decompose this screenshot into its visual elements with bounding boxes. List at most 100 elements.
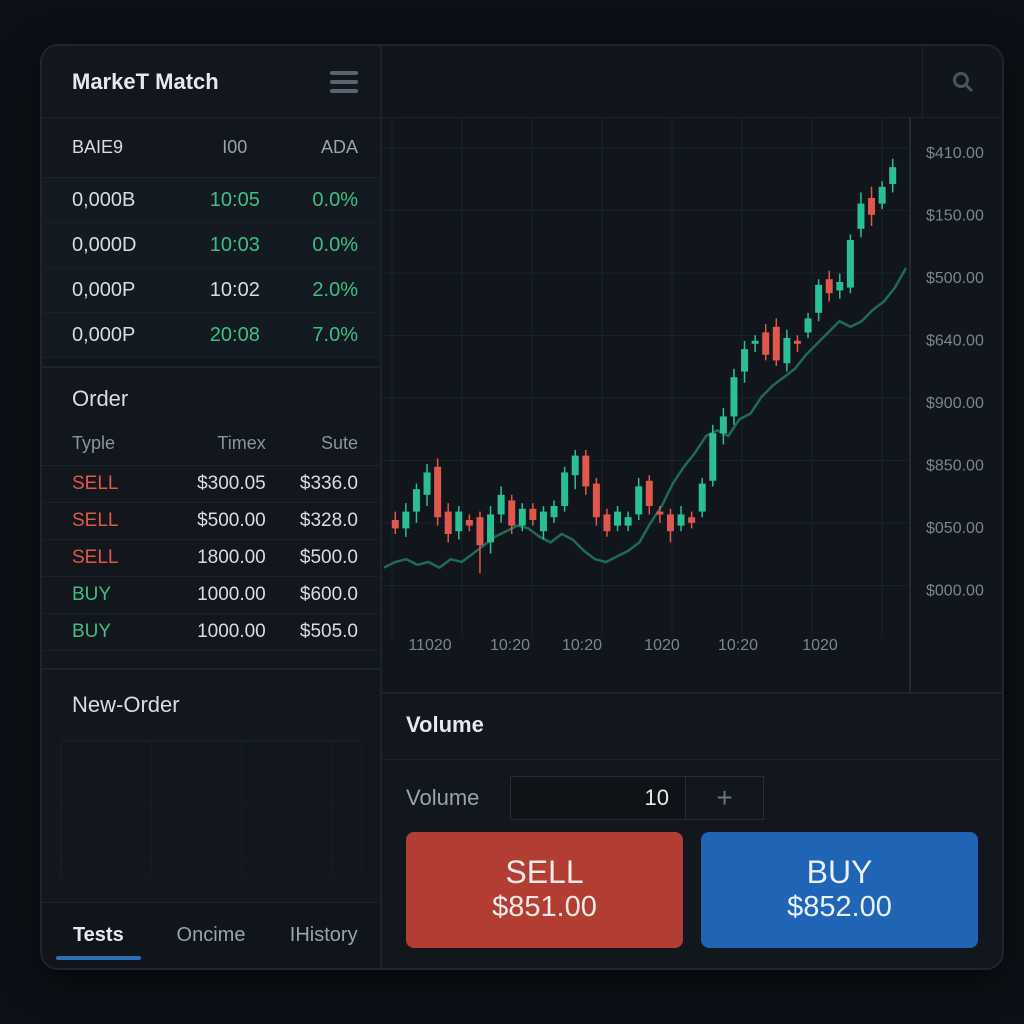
candle-body bbox=[592, 483, 600, 518]
market-cell-symbol: 0,000D bbox=[72, 233, 137, 256]
candle-body bbox=[698, 483, 706, 512]
x-tick-label: 1020 bbox=[644, 637, 680, 654]
candle-body bbox=[666, 514, 674, 532]
candle-body bbox=[455, 511, 463, 532]
y-tick-label: $410.00 bbox=[926, 145, 984, 162]
candle-body bbox=[709, 433, 717, 481]
candle-body bbox=[846, 240, 854, 288]
order-time: 1800.00 bbox=[197, 547, 266, 568]
candle-body bbox=[635, 486, 643, 515]
order-type: SELL bbox=[72, 473, 119, 494]
price-chart[interactable]: $410.00 $150.00 $500.00 $640.00 $900.00 $850.… bbox=[382, 118, 1002, 692]
candle-body bbox=[476, 517, 484, 546]
y-tick-label: $000.00 bbox=[926, 583, 984, 600]
candle-body bbox=[836, 282, 844, 291]
market-row[interactable]: 0,000D 10:03 0.0% bbox=[42, 223, 380, 268]
order-header-time: Timex bbox=[217, 433, 266, 453]
candle-body bbox=[582, 455, 590, 487]
candle-body bbox=[465, 520, 473, 526]
new-order-title: New-Order bbox=[72, 692, 180, 717]
chart-toolbar bbox=[382, 46, 1002, 118]
order-size: $505.0 bbox=[299, 621, 359, 642]
candle-body bbox=[518, 508, 526, 526]
volume-input[interactable] bbox=[510, 776, 686, 820]
candle-body bbox=[487, 514, 495, 543]
new-order-grid bbox=[60, 740, 362, 878]
candlestick-chart: $410.00 $150.00 $500.00 $640.00 $900.00 $850.… bbox=[382, 118, 984, 692]
market-row[interactable]: 0,000P 10:02 2.0% bbox=[42, 268, 380, 313]
market-cell-symbol: 0,000P bbox=[72, 323, 136, 346]
order-type: SELL bbox=[72, 547, 119, 568]
volume-label: Volume bbox=[406, 785, 480, 810]
market-row[interactable]: 0,000B 10:05 0.0% bbox=[42, 178, 380, 223]
tab-oncime[interactable]: Oncime bbox=[155, 903, 268, 968]
candle-body bbox=[571, 455, 579, 476]
market-cell-time: 10:03 bbox=[209, 233, 260, 256]
sell-price: $851.00 bbox=[492, 891, 597, 924]
candle-body bbox=[434, 466, 442, 518]
candle-body bbox=[793, 340, 801, 344]
sell-button[interactable]: SELL $851.00 bbox=[406, 832, 683, 948]
search-button[interactable] bbox=[922, 46, 1002, 118]
x-tick-label: 1020 bbox=[802, 637, 838, 654]
candle-body bbox=[741, 349, 749, 372]
order-row[interactable]: BUY 1000.00 $600.0 bbox=[42, 577, 380, 614]
order-type: BUY bbox=[72, 584, 112, 605]
app-title: MarkeT Match bbox=[72, 68, 219, 94]
candle-body bbox=[561, 472, 569, 506]
tab-tests[interactable]: Tests bbox=[42, 903, 155, 968]
plus-icon: + bbox=[716, 782, 733, 813]
market-cell-time: 10:05 bbox=[209, 188, 260, 211]
candle-body bbox=[603, 514, 611, 532]
increment-button[interactable]: + bbox=[686, 776, 764, 820]
y-tick-label: $900.00 bbox=[926, 395, 984, 412]
order-row[interactable]: SELL $500.00 $328.0 bbox=[42, 503, 380, 540]
candle-body bbox=[677, 514, 685, 526]
candle-body bbox=[730, 377, 738, 417]
candle-body bbox=[412, 489, 420, 512]
candle-body bbox=[868, 198, 876, 215]
sell-label: SELL bbox=[505, 854, 584, 890]
volume-panel: Volume Volume + SELL $851.00 BUY $852.00 bbox=[382, 692, 1002, 968]
search-icon bbox=[952, 72, 972, 92]
buy-button[interactable]: BUY $852.00 bbox=[701, 832, 978, 948]
order-header-type: Typle bbox=[72, 433, 116, 453]
app-header: MarkeT Match bbox=[42, 46, 380, 118]
order-row[interactable]: SELL 1800.00 $500.0 bbox=[42, 540, 380, 577]
candle-body bbox=[423, 472, 431, 495]
market-cell-change: 7.0% bbox=[312, 323, 358, 346]
order-header-size: Sute bbox=[320, 433, 359, 453]
order-row[interactable]: SELL $300.05 $336.0 bbox=[42, 466, 380, 503]
volume-row: Volume + bbox=[382, 776, 1002, 820]
buy-label: BUY bbox=[806, 854, 873, 890]
candle-body bbox=[529, 508, 537, 520]
candle-body bbox=[804, 318, 812, 333]
x-tick-label: 10:20 bbox=[718, 637, 758, 654]
candle-body bbox=[656, 511, 664, 515]
market-row[interactable]: 0,000P 20:08 7.0% bbox=[42, 313, 380, 358]
candle-body bbox=[539, 511, 547, 532]
market-cell-change: 2.0% bbox=[312, 278, 358, 301]
market-cell-change: 0.0% bbox=[312, 188, 358, 211]
order-table-header: Typle Timex Sute bbox=[42, 422, 380, 466]
candle-body bbox=[614, 511, 622, 526]
x-tick-label: 10:20 bbox=[490, 637, 530, 654]
order-row[interactable]: BUY 1000.00 $505.0 bbox=[42, 614, 380, 651]
app-window: MarkeT Match BAIE9 I00 ADA 0,000B 10:05 … bbox=[40, 44, 1004, 970]
market-cell-time: 10:02 bbox=[209, 278, 260, 301]
candle-body bbox=[391, 520, 399, 529]
y-tick-label: $850.00 bbox=[926, 458, 984, 475]
order-size: $328.0 bbox=[299, 510, 359, 531]
order-section: Order Typle Timex Sute SELL $300.05 $336… bbox=[42, 366, 380, 651]
market-header-col2: I00 bbox=[222, 137, 248, 157]
left-panel: MarkeT Match BAIE9 I00 ADA 0,000B 10:05 … bbox=[42, 46, 382, 968]
market-header-col1: BAIE9 bbox=[72, 137, 124, 157]
candle-body bbox=[444, 511, 452, 534]
y-tick-label: $500.00 bbox=[926, 270, 984, 287]
candle-body bbox=[508, 500, 516, 526]
menu-icon[interactable] bbox=[330, 70, 358, 93]
market-cell-symbol: 0,000P bbox=[72, 278, 136, 301]
tab-history[interactable]: IHistory bbox=[267, 903, 380, 968]
order-size: $500.0 bbox=[299, 547, 359, 568]
candle-body bbox=[624, 517, 632, 526]
